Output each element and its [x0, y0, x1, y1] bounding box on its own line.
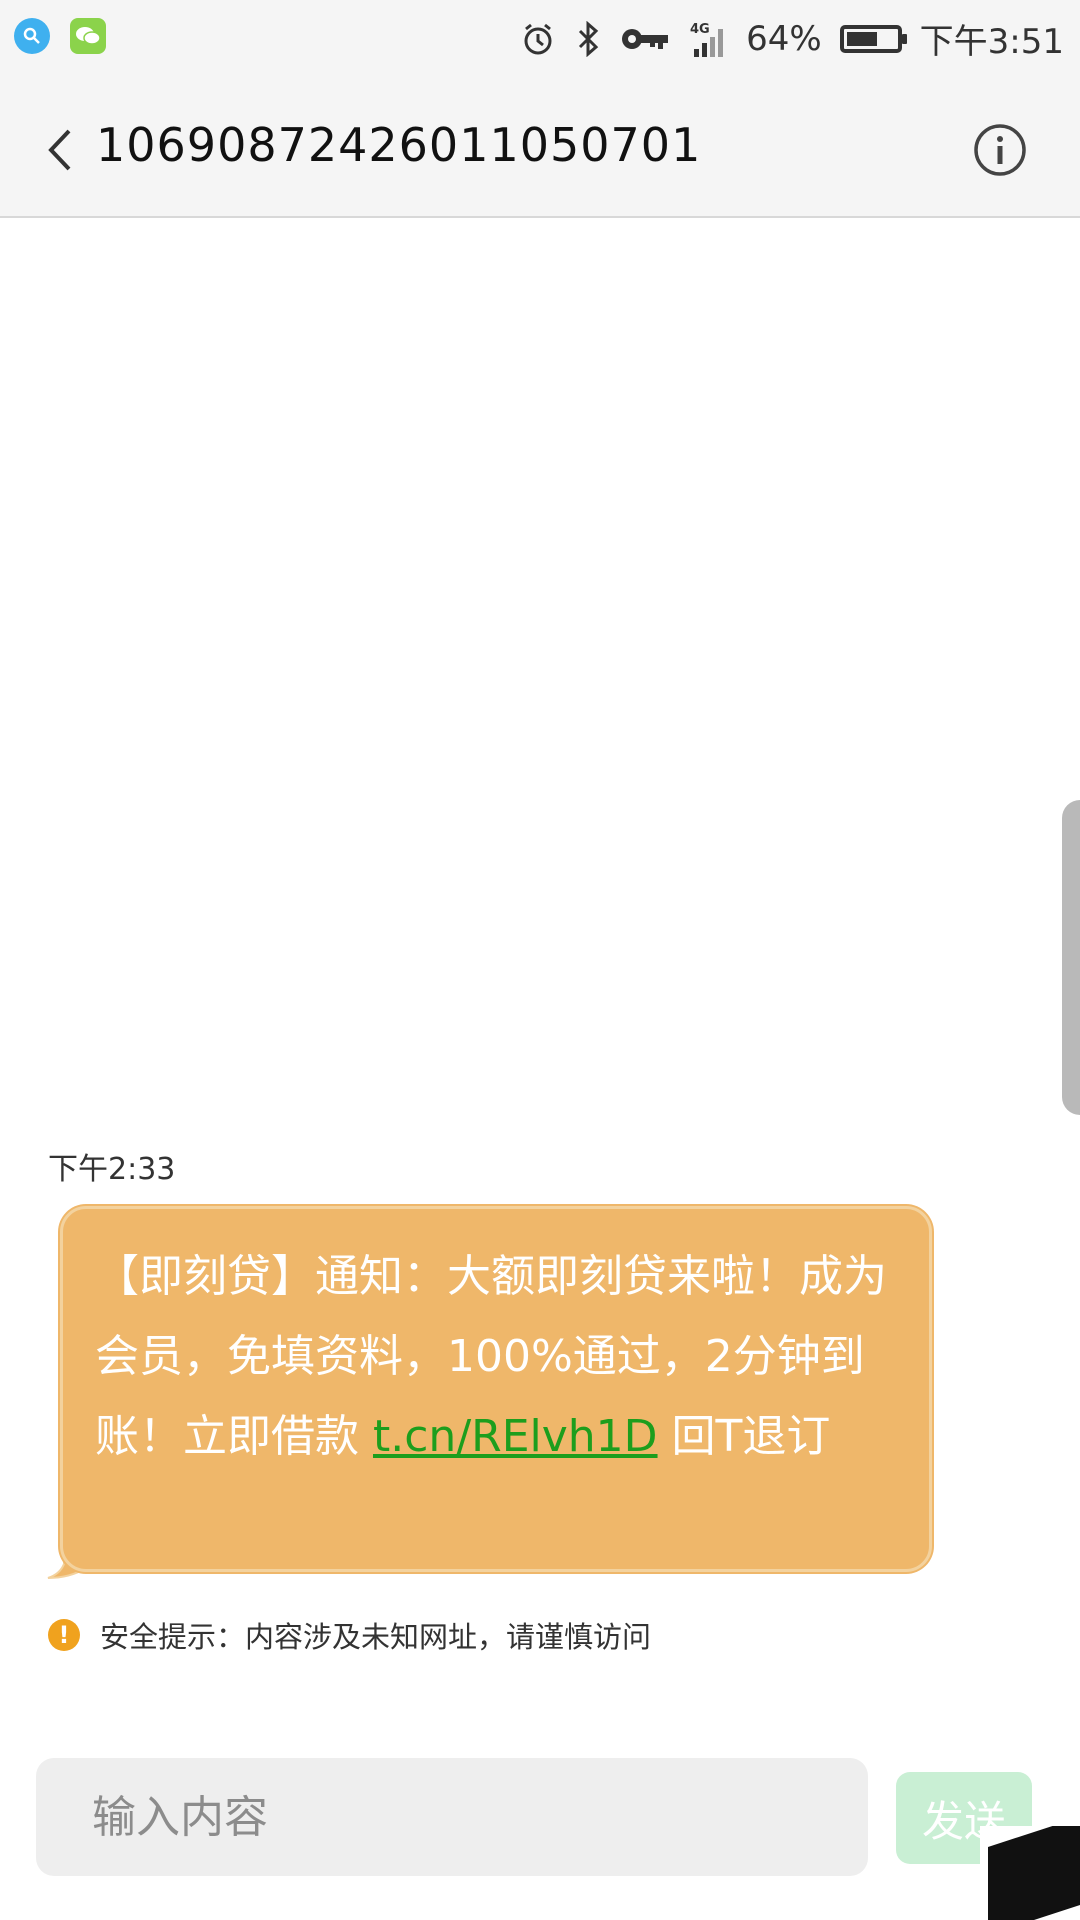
security-tip-text: 安全提示：内容涉及未知网址，请谨慎访问 [100, 1620, 652, 1654]
battery-percent: 64% [746, 18, 822, 59]
info-button[interactable] [970, 120, 1030, 180]
notification-icons [14, 18, 106, 54]
info-icon [974, 124, 1026, 176]
clock: 下午3:51 [919, 22, 1064, 62]
message-timestamp: 下午2:33 [48, 1152, 176, 1187]
status-icons: 4G 64% 下午3:51 [520, 14, 1064, 63]
signal-icon: 4G [688, 19, 728, 59]
contact-number: 10690872426011050701 [96, 118, 702, 172]
svg-text:4G: 4G [690, 22, 710, 37]
warning-icon: ! [48, 1619, 80, 1651]
search-app-icon [14, 18, 50, 54]
message-input[interactable] [36, 1758, 868, 1876]
message-bubble[interactable]: 【即刻贷】通知：大额即刻贷来啦！成为会员，免填资料，100%通过，2分钟到账！立… [60, 1206, 932, 1572]
wechat-icon [70, 18, 106, 54]
battery-level [846, 31, 878, 46]
watermark-logo [980, 1826, 1080, 1920]
status-bar: 4G 64% 下午3:51 [0, 0, 1080, 80]
message-link[interactable]: t.cn/RElvh1D [373, 1411, 658, 1462]
chevron-left-icon [48, 129, 71, 171]
bluetooth-icon [574, 20, 602, 57]
message-text-tail: 回T退订 [657, 1411, 831, 1462]
alarm-icon [520, 21, 556, 57]
conversation-header: 10690872426011050701 [0, 80, 1080, 218]
battery-icon [839, 24, 907, 53]
scroll-handle[interactable] [1062, 800, 1080, 1115]
back-button[interactable] [36, 120, 84, 180]
key-icon [620, 24, 670, 54]
security-tip: ! 安全提示：内容涉及未知网址，请谨慎访问 [48, 1614, 651, 1656]
